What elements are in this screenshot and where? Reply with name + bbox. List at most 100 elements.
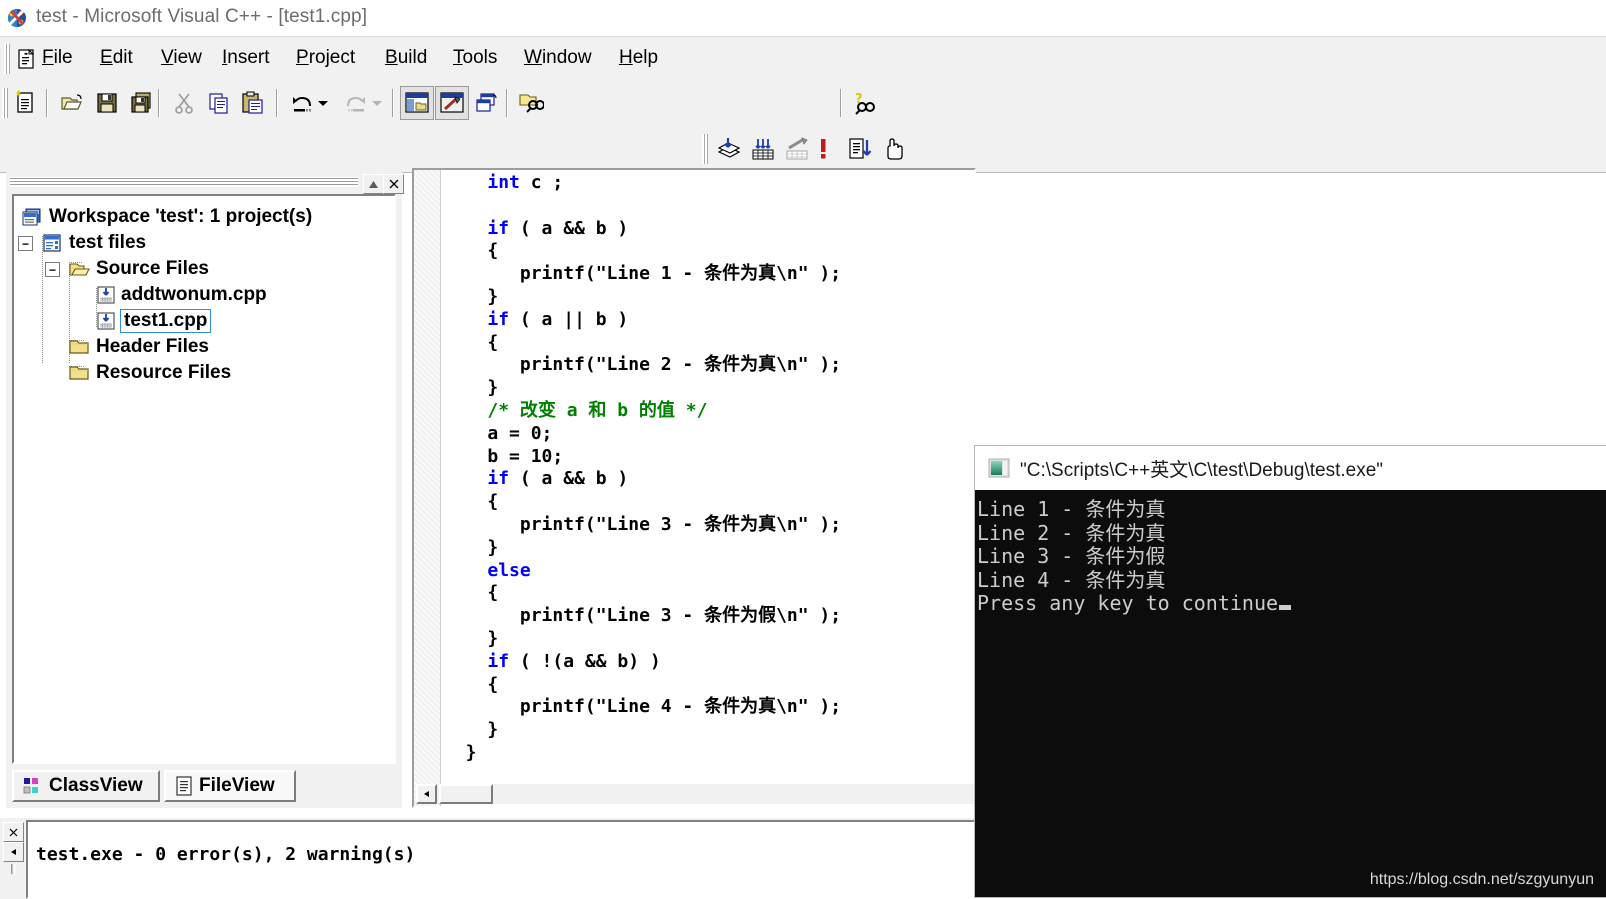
cascade-windows-icon (476, 93, 497, 112)
tree-item-addtwonum-cpp[interactable]: addtwonum.cpp (14, 282, 267, 308)
copy-pages-icon (209, 93, 228, 114)
tree-item-test1-cpp[interactable]: test1.cpp (14, 308, 212, 334)
triangle-up-icon (369, 180, 378, 188)
menubar-drag-handle[interactable] (4, 44, 10, 74)
build-toolbar-drag-handle[interactable] (702, 134, 708, 164)
code-line: } (444, 536, 499, 558)
editor-code-text[interactable]: int c ; if ( a && b ) { printf("Line 1 -… (444, 172, 974, 784)
tree-item-resource-files[interactable]: Resource Files (14, 360, 231, 386)
find-in-files-icon (519, 94, 544, 113)
workspace-window-icon (405, 92, 429, 113)
workspace-close-button[interactable] (383, 174, 404, 194)
workspace-minimize-button[interactable] (363, 174, 384, 194)
menu-bar: File Edit View Insert Project Build Tools Windo… (0, 36, 1606, 82)
execute-program-button[interactable] (843, 132, 877, 166)
tree-item-workspace-root[interactable]: Workspace 'test': 1 project(s) (14, 204, 312, 230)
stop-build-button[interactable] (812, 132, 834, 166)
menu-item-tools[interactable]: Tools (453, 47, 497, 69)
find-in-files-button[interactable] (514, 86, 548, 120)
chevron-down-icon (372, 101, 382, 106)
scissors-cut-icon (175, 93, 193, 114)
output-window-button[interactable] (435, 86, 469, 120)
window-list-button[interactable] (469, 86, 503, 120)
code-line: printf("Line 1 - 条件为真\n" ); (444, 263, 842, 285)
search-help-button[interactable]: ? (849, 86, 883, 120)
tree-item-label: addtwonum.cpp (121, 284, 267, 305)
build-bricks-icon (752, 139, 774, 160)
grip-dots-icon (10, 864, 15, 874)
menu-item-view[interactable]: View (161, 47, 202, 69)
tree-item-header-files[interactable]: Header Files (14, 334, 209, 360)
code-line: { (444, 673, 499, 695)
redo-dropdown-button[interactable] (368, 86, 386, 120)
workspace-window-button[interactable] (400, 86, 434, 120)
tree-item-label: Resource Files (96, 362, 232, 383)
compile-button[interactable] (712, 132, 746, 166)
paste-button[interactable] (236, 86, 270, 120)
rebuild-all-button[interactable] (780, 132, 814, 166)
tab-fileview[interactable]: FileView (164, 770, 296, 802)
output-pane-grip[interactable] (3, 862, 22, 876)
document-properties-icon[interactable] (18, 49, 36, 69)
editor-selection-margin[interactable] (414, 170, 441, 806)
console-output-line: Line 2 - 条件为真 (977, 520, 1166, 545)
menu-item-window[interactable]: Window (524, 47, 592, 69)
folder-icon (69, 338, 91, 356)
go-button[interactable] (877, 132, 911, 166)
menu-item-file[interactable]: File (42, 47, 73, 69)
floppy-save-icon (97, 93, 117, 113)
menu-item-insert[interactable]: Insert (222, 47, 270, 69)
workspace-grip-lines[interactable] (10, 177, 358, 187)
cpp-file-icon (96, 285, 116, 305)
cut-button[interactable] (168, 86, 202, 120)
save-all-button[interactable] (124, 86, 158, 120)
build-toolbar (0, 128, 1606, 173)
code-editor[interactable]: int c ; if ( a && b ) { printf("Line 1 -… (412, 168, 976, 808)
standard-toolbar: ? (0, 80, 1606, 198)
editor-scroll-thumb[interactable] (439, 784, 493, 804)
tree-expander-test-files[interactable]: − (18, 236, 33, 251)
code-line: else (487, 559, 531, 581)
new-document-icon (16, 90, 33, 113)
console-output-line: Line 3 - 条件为假 (977, 544, 1166, 568)
tree-item-test-files[interactable]: − test files (14, 230, 146, 256)
undo-arrow-icon (293, 96, 311, 112)
code-line: } (444, 377, 499, 399)
build-button[interactable] (746, 132, 780, 166)
open-button[interactable] (56, 86, 90, 120)
triangle-left-icon (11, 849, 16, 855)
menu-item-project[interactable]: Project (296, 47, 355, 69)
tab-label: FileView (199, 775, 275, 796)
console-title-bar[interactable]: "C:\Scripts\C++英文\C\test\Debug\test.exe" (975, 446, 1606, 490)
workspace-tree[interactable]: Workspace 'test': 1 project(s) − test file… (12, 194, 396, 764)
menu-item-help[interactable]: Help (619, 47, 658, 69)
vcpp-logo-icon (8, 9, 26, 27)
new-text-file-button[interactable] (8, 86, 42, 120)
tree-item-source-files[interactable]: − Source Files (14, 256, 209, 282)
editor-horizontal-scrollbar[interactable] (416, 784, 974, 804)
code-line: if ( a && b ) (487, 468, 629, 490)
save-button[interactable] (90, 86, 124, 120)
tab-classview[interactable]: ClassView (12, 770, 160, 802)
code-line: } (444, 719, 499, 741)
copy-button[interactable] (202, 86, 236, 120)
redo-arrow-icon (347, 96, 365, 112)
console-output-line: Line 1 - 条件为真 (977, 497, 1166, 521)
exclamation-stop-icon (821, 139, 826, 159)
compile-stack-icon (717, 138, 741, 158)
tree-expander-source-files[interactable]: − (45, 262, 60, 277)
code-line: printf("Line 3 - 条件为真\n" ); (444, 513, 842, 535)
editor-scroll-left-button[interactable] (416, 784, 437, 804)
output-scroll-up-button[interactable] (3, 842, 24, 862)
code-line: int c ; (487, 172, 564, 193)
menu-item-edit[interactable]: Edit (100, 47, 133, 69)
output-close-button[interactable] (3, 822, 24, 842)
fileview-icon (175, 776, 193, 796)
undo-dropdown-button[interactable] (314, 86, 332, 120)
code-line: } (444, 627, 499, 649)
tree-item-label: test files (69, 232, 147, 253)
workspace-icon (22, 207, 44, 227)
menu-item-build[interactable]: Build (385, 47, 427, 69)
console-cursor (1279, 605, 1292, 610)
console-window[interactable]: "C:\Scripts\C++英文\C\test\Debug\test.exe"… (975, 446, 1606, 897)
